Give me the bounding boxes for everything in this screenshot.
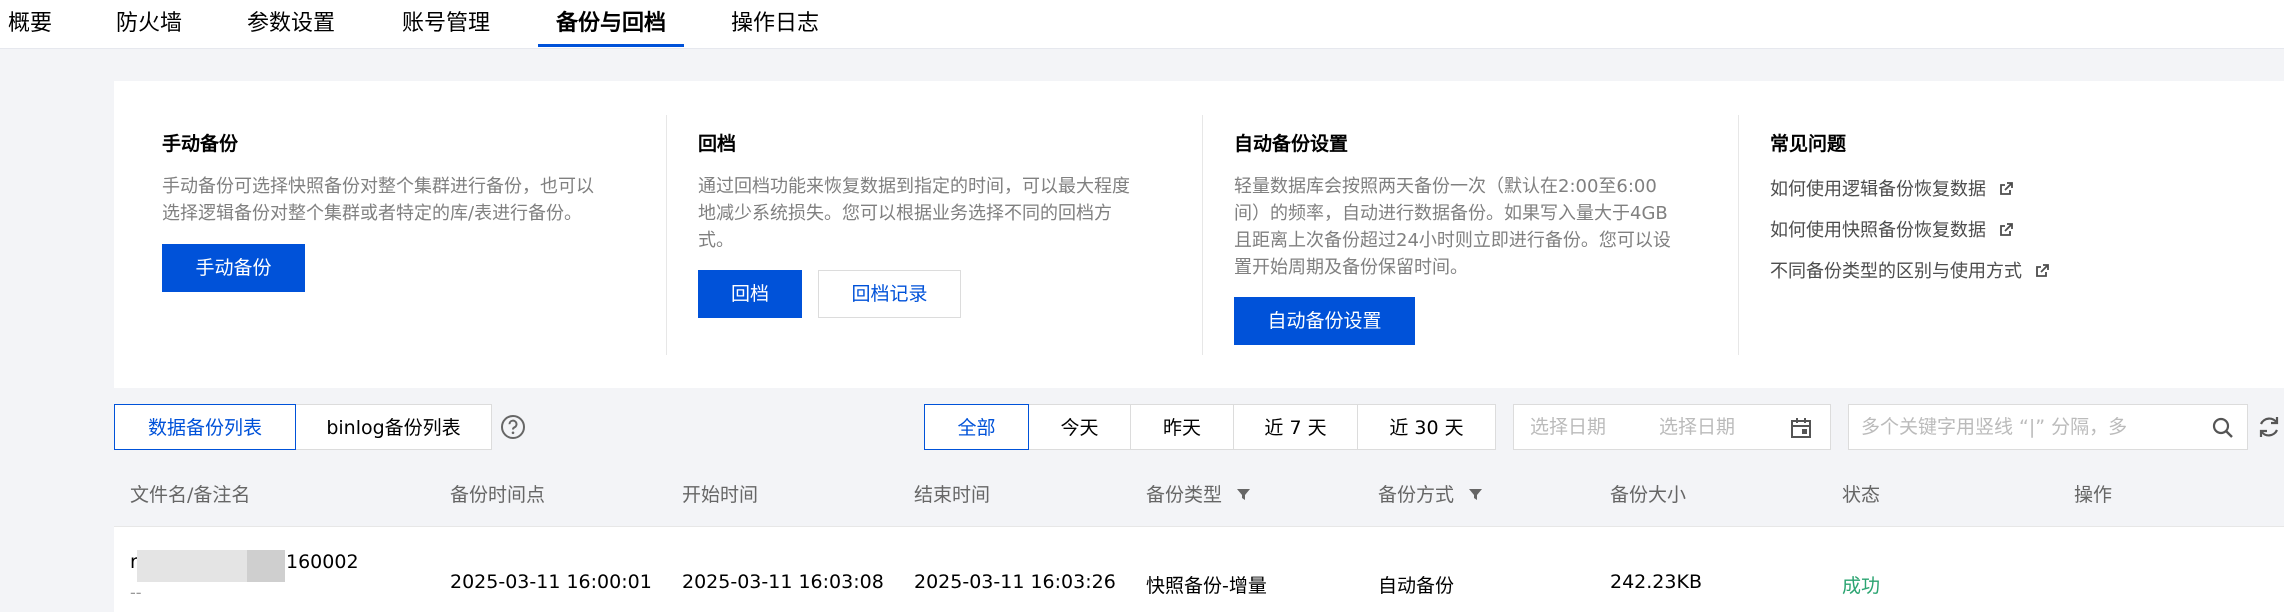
filter-yesterday[interactable]: 昨天	[1130, 404, 1234, 450]
table-row: r 160002 -- 2025-03-11 16:00:01 2025-03-…	[114, 527, 2284, 612]
faq-link-backup-types[interactable]: 不同备份类型的区别与使用方式	[1770, 257, 2050, 283]
tab-firewall[interactable]: 防火墙	[116, 0, 182, 48]
rollback-button[interactable]: 回档	[698, 270, 802, 318]
faq-link-logical-backup[interactable]: 如何使用逻辑备份恢复数据	[1770, 175, 2014, 201]
search-placeholder: 多个关键字用竖线 “|” 分隔，多	[1861, 416, 2128, 438]
faq-card: 常见问题 如何使用逻辑备份恢复数据 如何使用快照备份恢复数据 不同备份类型的区别…	[1770, 81, 2270, 388]
tab-operation-log[interactable]: 操作日志	[731, 0, 819, 48]
manual-backup-desc: 手动备份可选择快照备份对整个集群进行备份，也可以 选择逻辑备份对整个集群或者特定…	[162, 176, 594, 224]
card-divider	[1738, 115, 1739, 355]
external-link-icon	[2035, 264, 2049, 277]
date-range-picker[interactable]: 选择日期 选择日期	[1513, 404, 1831, 450]
col-backup-method[interactable]: 备份方式	[1378, 464, 1483, 526]
col-filename: 文件名/备注名	[130, 484, 251, 506]
filter-last-30-days[interactable]: 近 30 天	[1357, 404, 1496, 450]
calendar-icon[interactable]	[1790, 417, 1812, 439]
auto-backup-title: 自动备份设置	[1234, 133, 1349, 155]
manual-backup-button[interactable]: 手动备份	[162, 244, 305, 292]
card-divider	[666, 115, 667, 355]
manual-backup-title: 手动备份	[162, 133, 239, 155]
end-date-input[interactable]: 选择日期	[1659, 405, 1735, 449]
row-remark: --	[130, 583, 142, 602]
tab-overview[interactable]: 概要	[8, 0, 52, 48]
col-backup-size: 备份大小	[1610, 484, 1687, 506]
filter-icon[interactable]	[1468, 487, 1483, 502]
filter-icon[interactable]	[1236, 487, 1251, 502]
row-end-time: 2025-03-11 16:03:26	[914, 571, 1116, 593]
card-divider	[1202, 115, 1203, 355]
faq-title: 常见问题	[1770, 133, 1847, 155]
tab-parameters[interactable]: 参数设置	[247, 0, 335, 48]
auto-backup-desc: 轻量数据库会按照两天备份一次（默认在2:00至6:00 间）的频率，自动进行数据…	[1234, 176, 1671, 278]
col-backup-point: 备份时间点	[450, 484, 546, 506]
tab-binlog-backup-list[interactable]: binlog备份列表	[295, 404, 492, 450]
row-backup-point: 2025-03-11 16:00:01	[450, 571, 652, 593]
row-status-badge: 成功	[1842, 575, 1881, 597]
top-nav: 概要 防火墙 参数设置 账号管理 备份与回档 操作日志	[0, 0, 2284, 49]
col-backup-type[interactable]: 备份类型	[1146, 464, 1251, 526]
tab-accounts[interactable]: 账号管理	[402, 0, 490, 48]
row-backup-type: 快照备份-增量	[1146, 575, 1267, 597]
auto-backup-settings-button[interactable]: 自动备份设置	[1234, 297, 1415, 345]
rollback-desc: 通过回档功能来恢复数据到指定的时间，可以最大程度 地减少系统损失。您可以根据业务…	[698, 176, 1130, 251]
rollback-title: 回档	[698, 133, 737, 155]
col-actions: 操作	[2074, 484, 2113, 506]
manual-backup-card: 手动备份 手动备份可选择快照备份对整个集群进行备份，也可以 选择逻辑备份对整个集…	[162, 81, 662, 388]
tab-backup-rollback[interactable]: 备份与回档	[556, 0, 666, 48]
faq-link-snapshot-backup[interactable]: 如何使用快照备份恢复数据	[1770, 216, 2014, 242]
filter-all[interactable]: 全部	[924, 404, 1029, 450]
active-tab-indicator	[538, 44, 684, 47]
refresh-icon[interactable]	[2256, 414, 2282, 440]
start-date-input[interactable]: 选择日期	[1530, 405, 1606, 449]
filter-last-7-days[interactable]: 近 7 天	[1233, 404, 1358, 450]
row-start-time: 2025-03-11 16:03:08	[682, 571, 884, 593]
external-link-icon	[1999, 223, 2013, 236]
rollback-records-button[interactable]: 回档记录	[818, 270, 961, 318]
col-status: 状态	[1842, 484, 1881, 506]
row-backup-method: 自动备份	[1378, 575, 1455, 597]
row-filename-suffix: 160002	[286, 551, 359, 573]
redacted-block	[247, 550, 285, 582]
external-link-icon	[1999, 182, 2013, 195]
info-panel: 手动备份 手动备份可选择快照备份对整个集群进行备份，也可以 选择逻辑备份对整个集…	[114, 81, 2284, 388]
help-icon[interactable]	[500, 414, 526, 440]
col-start-time: 开始时间	[682, 484, 759, 506]
search-input[interactable]: 多个关键字用竖线 “|” 分隔，多	[1848, 404, 2248, 450]
search-icon[interactable]	[2211, 416, 2235, 440]
table-header: 文件名/备注名 备份时间点 开始时间 结束时间 备份类型 备份方式 备份大小 状…	[114, 464, 2284, 527]
row-backup-size: 242.23KB	[1610, 571, 1702, 593]
col-end-time: 结束时间	[914, 484, 991, 506]
auto-backup-card: 自动备份设置 轻量数据库会按照两天备份一次（默认在2:00至6:00 间）的频率…	[1234, 81, 1734, 388]
tab-data-backup-list[interactable]: 数据备份列表	[114, 404, 296, 450]
rollback-card: 回档 通过回档功能来恢复数据到指定的时间，可以最大程度 地减少系统损失。您可以根…	[698, 81, 1198, 388]
filter-today[interactable]: 今天	[1028, 404, 1131, 450]
